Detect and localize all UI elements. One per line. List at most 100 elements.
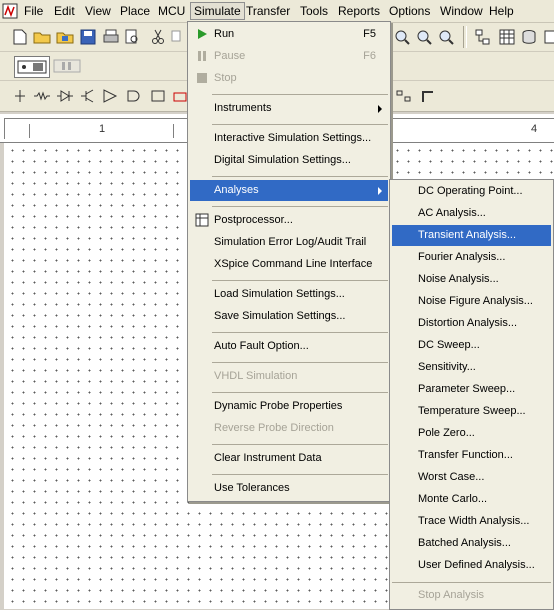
print-icon[interactable]	[101, 27, 121, 47]
open-design-icon[interactable]	[55, 27, 75, 47]
menu-separator	[212, 444, 388, 445]
menu-transfer[interactable]: Transfer	[243, 3, 293, 19]
postprocessor-label: Postprocessor...	[214, 214, 293, 226]
analysis-label: DC Operating Point...	[418, 185, 523, 197]
open-folder-icon[interactable]	[32, 27, 52, 47]
cut-icon[interactable]	[148, 27, 168, 47]
analyses-submenu: DC Operating Point... AC Analysis... Tra…	[389, 179, 554, 610]
menu-place[interactable]: Place	[117, 3, 153, 19]
analysis-item-transient[interactable]: Transient Analysis...	[392, 225, 551, 246]
menu-view[interactable]: View	[82, 3, 114, 19]
menu-separator	[392, 582, 551, 583]
analysis-item-ac[interactable]: AC Analysis...	[392, 203, 551, 224]
menu-separator	[212, 474, 388, 475]
digital-settings-item[interactable]: Digital Simulation Settings...	[190, 150, 388, 171]
resistor-icon[interactable]	[32, 86, 52, 106]
analysis-item-sensitivity[interactable]: Sensitivity...	[392, 357, 551, 378]
load-settings-label: Load Simulation Settings...	[214, 288, 345, 300]
pause-toggle-icon[interactable]	[52, 56, 82, 76]
zoom-fit-icon[interactable]	[436, 27, 456, 47]
analysis-item-parameter-sweep[interactable]: Parameter Sweep...	[392, 379, 551, 400]
cmos-icon[interactable]	[148, 86, 168, 106]
copy-icon[interactable]	[168, 27, 188, 47]
bus-icon[interactable]	[394, 86, 414, 106]
analysis-label: Transfer Function...	[418, 449, 513, 461]
analysis-item-user-defined[interactable]: User Defined Analysis...	[392, 555, 551, 576]
error-log-item[interactable]: Simulation Error Log/Audit Trail	[190, 232, 388, 253]
menu-tools[interactable]: Tools	[297, 3, 331, 19]
use-tolerances-item[interactable]: Use Tolerances	[190, 478, 388, 499]
analysis-label: Noise Analysis...	[418, 273, 499, 285]
postprocessor-icon	[195, 213, 209, 227]
instruments-item[interactable]: Instruments	[190, 98, 388, 119]
transistor-icon[interactable]	[78, 86, 98, 106]
component-icon[interactable]	[540, 27, 554, 47]
analysis-item-temperature-sweep[interactable]: Temperature Sweep...	[392, 401, 551, 422]
analysis-item-distortion[interactable]: Distortion Analysis...	[392, 313, 551, 334]
print-preview-icon[interactable]	[122, 27, 142, 47]
menu-mcu[interactable]: MCU	[155, 3, 188, 19]
reverse-probe-item[interactable]: Reverse Probe Direction	[190, 418, 388, 439]
menu-separator	[212, 362, 388, 363]
spreadsheet-icon[interactable]	[497, 27, 517, 47]
dynamic-probe-item[interactable]: Dynamic Probe Properties	[190, 396, 388, 417]
simulate-switch-icon[interactable]	[14, 56, 50, 78]
analog-icon[interactable]	[100, 86, 120, 106]
analysis-item-dc-sweep[interactable]: DC Sweep...	[392, 335, 551, 356]
new-file-icon[interactable]	[10, 27, 30, 47]
reverse-probe-label: Reverse Probe Direction	[214, 422, 334, 434]
digital-settings-label: Digital Simulation Settings...	[214, 154, 351, 166]
interactive-settings-item[interactable]: Interactive Simulation Settings...	[190, 128, 388, 149]
analysis-label: Distortion Analysis...	[418, 317, 518, 329]
postprocessor-item[interactable]: Postprocessor...	[190, 210, 388, 231]
run-item[interactable]: Run F5	[190, 24, 388, 45]
menu-options[interactable]: Options	[386, 3, 433, 19]
analysis-item-trace-width[interactable]: Trace Width Analysis...	[392, 511, 551, 532]
pause-item[interactable]: Pause F6	[190, 46, 388, 67]
stop-analysis-item[interactable]: Stop Analysis	[392, 585, 551, 606]
menu-help[interactable]: Help	[486, 3, 517, 19]
analysis-item-noise-figure[interactable]: Noise Figure Analysis...	[392, 291, 551, 312]
menu-file[interactable]: File	[21, 3, 46, 19]
analysis-item-dc-operating-point[interactable]: DC Operating Point...	[392, 181, 551, 202]
zoom-in-icon[interactable]	[392, 27, 412, 47]
menu-window[interactable]: Window	[437, 3, 486, 19]
clear-instrument-label: Clear Instrument Data	[214, 452, 322, 464]
save-settings-item[interactable]: Save Simulation Settings...	[190, 306, 388, 327]
analysis-label: Sensitivity...	[418, 361, 476, 373]
menu-reports[interactable]: Reports	[335, 3, 383, 19]
analyses-label: Analyses	[214, 184, 259, 196]
wire-icon[interactable]	[418, 86, 438, 106]
analysis-label: Parameter Sweep...	[418, 383, 516, 395]
analysis-item-transfer-function[interactable]: Transfer Function...	[392, 445, 551, 466]
clear-instrument-item[interactable]: Clear Instrument Data	[190, 448, 388, 469]
ruler-label: 1	[99, 123, 106, 135]
auto-fault-item[interactable]: Auto Fault Option...	[190, 336, 388, 357]
source-icon[interactable]	[10, 86, 30, 106]
analysis-item-worst-case[interactable]: Worst Case...	[392, 467, 551, 488]
vhdl-item[interactable]: VHDL Simulation	[190, 366, 388, 387]
database-icon[interactable]	[519, 27, 539, 47]
zoom-out-icon[interactable]	[414, 27, 434, 47]
menu-separator	[212, 206, 388, 207]
menu-simulate[interactable]: Simulate	[190, 2, 245, 20]
stop-item[interactable]: Stop	[190, 68, 388, 89]
load-settings-item[interactable]: Load Simulation Settings...	[190, 284, 388, 305]
analysis-label: Temperature Sweep...	[418, 405, 526, 417]
analysis-item-monte-carlo[interactable]: Monte Carlo...	[392, 489, 551, 510]
xspice-item[interactable]: XSpice Command Line Interface	[190, 254, 388, 275]
analysis-item-noise[interactable]: Noise Analysis...	[392, 269, 551, 290]
save-icon[interactable]	[78, 27, 98, 47]
ttl-icon[interactable]	[124, 86, 144, 106]
use-tolerances-label: Use Tolerances	[214, 482, 290, 494]
menu-edit[interactable]: Edit	[51, 3, 78, 19]
hierarchy-icon[interactable]	[473, 27, 493, 47]
analysis-item-fourier[interactable]: Fourier Analysis...	[392, 247, 551, 268]
analysis-item-pole-zero[interactable]: Pole Zero...	[392, 423, 551, 444]
analyses-item[interactable]: Analyses	[190, 180, 388, 201]
analysis-item-batched[interactable]: Batched Analysis...	[392, 533, 551, 554]
diode-icon[interactable]	[55, 86, 75, 106]
pause-icon	[198, 51, 206, 61]
analysis-label: Trace Width Analysis...	[418, 515, 530, 527]
instruments-label: Instruments	[214, 102, 272, 114]
